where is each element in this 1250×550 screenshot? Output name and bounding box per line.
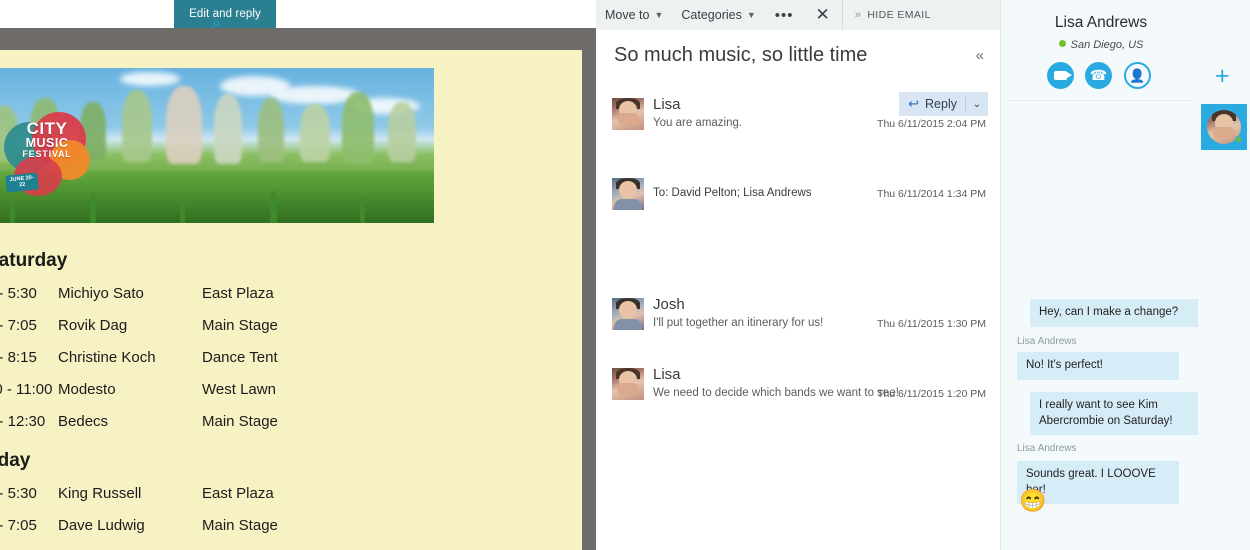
- add-contact-plus-icon[interactable]: +: [1215, 64, 1230, 89]
- chevron-down-icon: ▼: [654, 10, 664, 20]
- email-timestamp: Thu 6/11/2015 1:30 PM: [877, 318, 986, 330]
- add-people-button[interactable]: 👤: [1124, 62, 1151, 89]
- reply-arrow-icon: ↩: [908, 96, 920, 111]
- reply-button[interactable]: ↩ Reply: [899, 92, 966, 116]
- email-subject: So much music, so little time: [614, 44, 868, 66]
- chat-contact-name: Lisa Andrews: [1054, 14, 1148, 31]
- categories-label: Categories: [681, 8, 742, 22]
- chat-contact-location: San Diego, US: [1000, 39, 1202, 51]
- schedule-place: East Plaza: [202, 285, 274, 302]
- schedule-band: Michiyo Sato: [58, 285, 144, 302]
- logo-line-3: FESTIVAL: [22, 149, 72, 160]
- categories-button[interactable]: Categories ▼: [672, 0, 764, 30]
- document-page: CITY MUSIC FESTIVAL JUNE 20-22 Saturday …: [0, 50, 582, 550]
- reply-dropdown-button[interactable]: ⌄: [966, 92, 988, 116]
- email-preview-text: You are amazing.: [653, 117, 743, 129]
- festival-logo: CITY MUSIC FESTIVAL JUNE 20-22: [4, 102, 90, 197]
- schedule-band: Modesto: [58, 381, 116, 398]
- double-chevron-right-icon: »: [854, 9, 862, 21]
- document-gray-band-right: [582, 28, 596, 550]
- email-sender-name: Lisa: [653, 366, 681, 383]
- chevron-down-icon: ▼: [746, 10, 756, 20]
- chat-bubble: I really want to see Kim Abercrombie on …: [1030, 392, 1198, 436]
- hide-email-label: HIDE EMAIL: [867, 9, 931, 21]
- schedule-place: West Lawn: [202, 381, 276, 398]
- voice-call-button[interactable]: ☎: [1085, 62, 1112, 89]
- document-gray-band-top: [0, 28, 596, 50]
- chat-bubble: Hey, can I make a change?: [1030, 299, 1198, 327]
- video-call-button[interactable]: [1047, 62, 1074, 89]
- document-panel: Edit and reply CITY MUSIC FESTIVAL JUNE …: [0, 0, 596, 550]
- festival-logo-date: JUNE 20-22: [5, 172, 39, 193]
- more-options-button[interactable]: •••: [765, 0, 804, 30]
- move-to-button[interactable]: Move to ▼: [596, 0, 672, 30]
- schedule-band: Dave Ludwig: [58, 517, 145, 534]
- reply-label: Reply: [925, 97, 957, 111]
- presence-dot-icon: [1235, 136, 1242, 143]
- schedule-place: East Plaza: [202, 485, 274, 502]
- email-preview-text: I'll put together an itinerary for us!: [653, 317, 824, 329]
- schedule-place: Main Stage: [202, 413, 278, 430]
- avatar: [612, 178, 644, 210]
- add-person-icon: 👤: [1129, 67, 1146, 83]
- email-sender-name: Josh: [653, 296, 685, 313]
- chat-header: Lisa Andrews San Diego, US ☎ 👤: [1000, 0, 1202, 100]
- logo-line-1: CITY: [26, 119, 68, 138]
- email-preview-text: We need to decide which bands we want to…: [653, 387, 899, 399]
- schedule-day-heading-0: Saturday: [0, 250, 68, 271]
- avatar: [612, 98, 644, 130]
- chat-sender-label: Lisa Andrews: [1017, 443, 1077, 454]
- email-timestamp: Thu 6/11/2014 1:34 PM: [877, 188, 986, 200]
- chat-header-divider: [1010, 100, 1192, 101]
- email-sender-name: Lisa: [653, 96, 681, 113]
- schedule-band: Christine Koch: [58, 349, 156, 366]
- document-tabbar: Edit and reply: [0, 0, 596, 28]
- schedule-day-heading-1: nday: [0, 450, 31, 471]
- avatar: [612, 368, 644, 400]
- festival-banner-image: CITY MUSIC FESTIVAL JUNE 20-22: [0, 68, 434, 223]
- chat-bubble: No! It's perfect!: [1017, 352, 1179, 380]
- schedule-band: Rovik Dag: [58, 317, 128, 334]
- avatar[interactable]: [1201, 104, 1247, 150]
- edit-and-reply-tab[interactable]: Edit and reply: [174, 0, 276, 28]
- schedule-place: Main Stage: [202, 317, 278, 334]
- collapse-chevron-up-icon[interactable]: «: [976, 48, 984, 63]
- email-timestamp: Thu 6/11/2015 1:20 PM: [877, 388, 986, 400]
- email-toolbar: Move to ▼ Categories ▼ ••• ✕ » HIDE EMAI…: [596, 0, 1000, 30]
- chat-sender-label: Lisa Andrews: [1017, 336, 1077, 347]
- close-button[interactable]: ✕: [804, 0, 842, 30]
- schedule-place: Dance Tent: [202, 349, 278, 366]
- move-to-label: Move to: [605, 8, 650, 22]
- emoji-sticker: 😁: [1019, 488, 1047, 513]
- schedule-place: Main Stage: [202, 517, 278, 534]
- avatar: [612, 298, 644, 330]
- email-reading-panel: Move to ▼ Categories ▼ ••• ✕ » HIDE EMAI…: [596, 0, 1000, 550]
- email-timestamp: Thu 6/11/2015 2:04 PM: [877, 118, 986, 130]
- festival-logo-text: CITY MUSIC FESTIVAL: [4, 120, 90, 159]
- search-icon[interactable]: ⌕: [212, 15, 221, 33]
- email-recipients: To: David Pelton; Lisa Andrews: [653, 187, 812, 199]
- hide-email-button[interactable]: » HIDE EMAIL: [843, 0, 943, 30]
- schedule-band: Bedecs: [58, 413, 109, 430]
- schedule-band: King Russell: [58, 485, 142, 502]
- chat-location-label: San Diego, US: [1070, 39, 1144, 51]
- phone-icon: ☎: [1089, 67, 1108, 83]
- video-camera-icon: [1054, 71, 1072, 80]
- presence-dot-icon: [1058, 40, 1066, 47]
